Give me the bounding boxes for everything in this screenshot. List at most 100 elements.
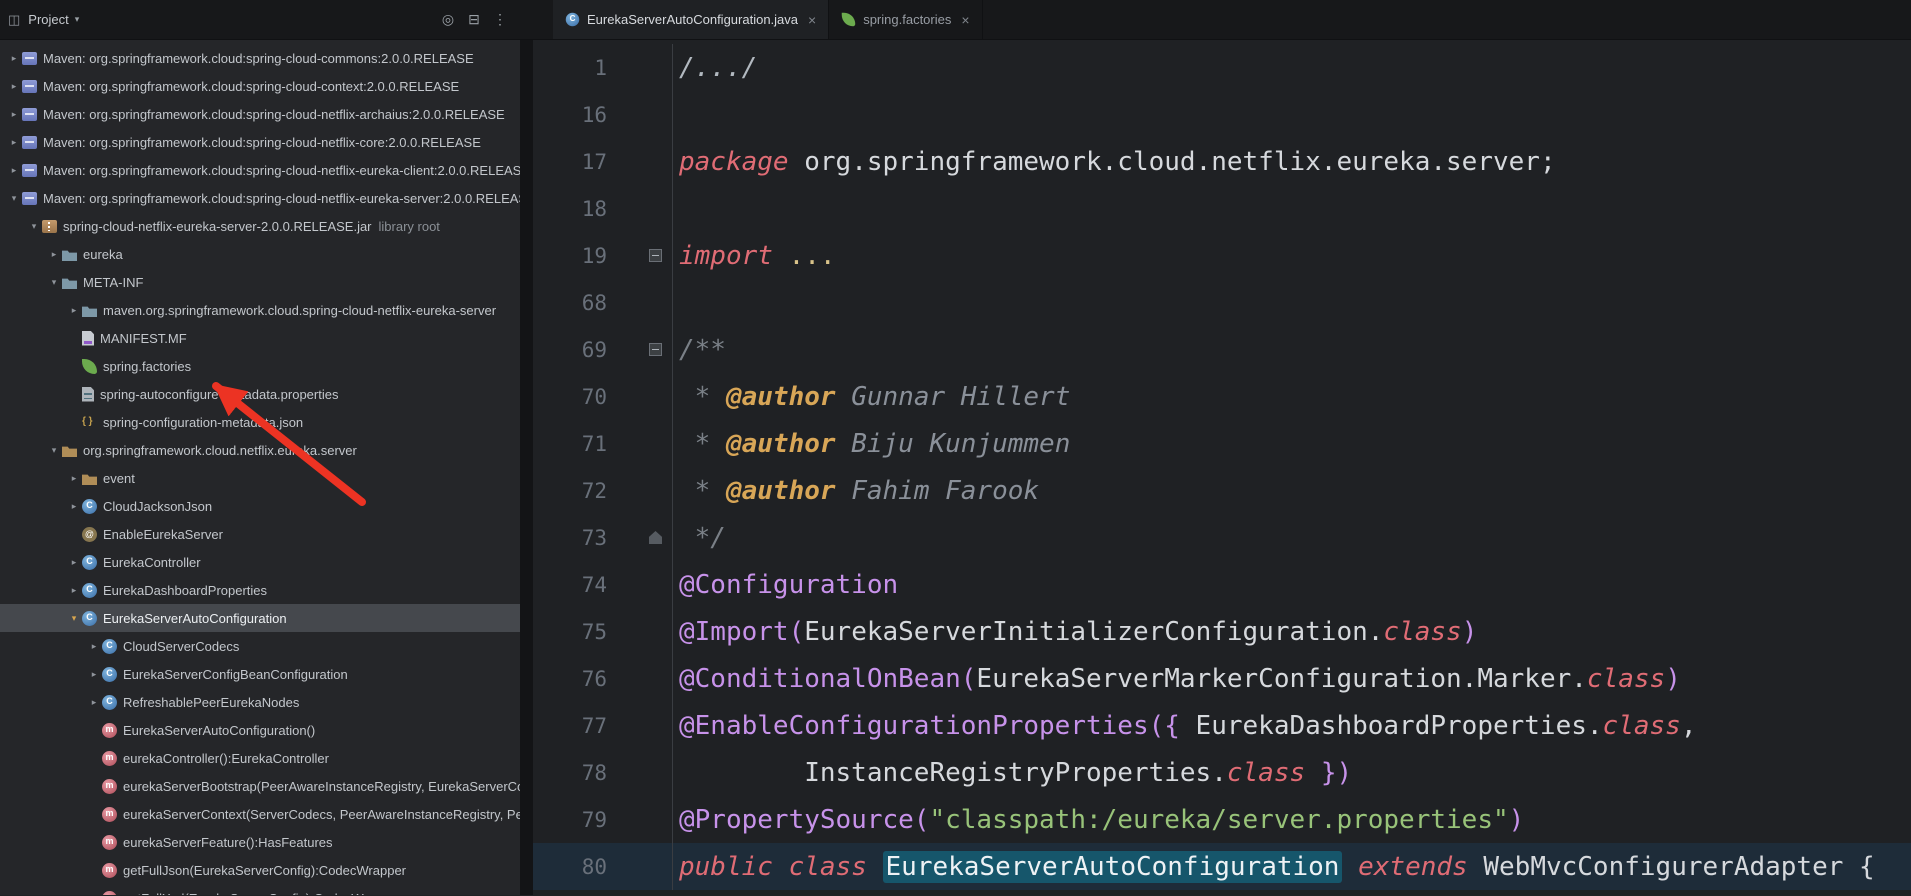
chevron-down-icon[interactable]: ▾ bbox=[75, 14, 80, 25]
tree-row-eurekacontroller[interactable]: eurekaController():EurekaController bbox=[0, 744, 520, 772]
code-segment-kw: extends bbox=[1358, 851, 1468, 882]
tree-row-spring-autoconfigure-metadata.properties[interactable]: spring-autoconfigure-metadata.properties bbox=[0, 380, 520, 408]
code-text[interactable]: public class EurekaServerAutoConfigurati… bbox=[673, 850, 1875, 883]
props-icon bbox=[82, 386, 94, 402]
tree-row-eurekaserverautoconfiguration[interactable]: EurekaServerAutoConfiguration() bbox=[0, 716, 520, 744]
chevron-collapsed-icon[interactable]: ▸ bbox=[66, 473, 82, 484]
close-icon[interactable]: × bbox=[808, 12, 816, 28]
panel-splitter[interactable] bbox=[520, 40, 533, 895]
tree-item-label: RefreshablePeerEurekaNodes bbox=[123, 694, 300, 710]
folder-icon bbox=[82, 306, 97, 317]
code-segment-cmt: */ bbox=[679, 522, 726, 553]
line-number: 16 bbox=[581, 102, 607, 127]
chevron-collapsed-icon[interactable]: ▸ bbox=[86, 669, 102, 680]
tree-row-spring-cloud-netflix-eureka-server-2.0.0[interactable]: ▾ spring-cloud-netflix-eureka-server-2.0.… bbox=[0, 212, 520, 240]
tree-row-enableeurekaserver[interactable]: EnableEurekaServer bbox=[0, 520, 520, 548]
tree-item-label: EurekaServerAutoConfiguration() bbox=[123, 722, 316, 738]
tree-row-eureka[interactable]: ▸ eureka bbox=[0, 240, 520, 268]
code-text[interactable]: * @author Biju Kunjummen bbox=[673, 429, 1071, 459]
lib-icon bbox=[22, 80, 37, 93]
tree-row-maven[interactable]: ▾ Maven: org.springframework.cloud:spring… bbox=[0, 184, 520, 212]
tree-row-eurekaservercontext[interactable]: eurekaServerContext(ServerCodecs, PeerAw… bbox=[0, 800, 520, 828]
tree-row-maven[interactable]: ▸ Maven: org.springframework.cloud:spring… bbox=[0, 72, 520, 100]
tree-row-maven[interactable]: ▸ Maven: org.springframework.cloud:spring… bbox=[0, 100, 520, 128]
close-icon[interactable]: × bbox=[961, 12, 969, 28]
code-text[interactable]: package org.springframework.cloud.netfli… bbox=[673, 147, 1556, 177]
chevron-collapsed-icon[interactable]: ▸ bbox=[66, 557, 82, 568]
code-text[interactable]: */ bbox=[673, 523, 726, 553]
tree-row-eurekaserverautoconfiguration[interactable]: ▾ EurekaServerAutoConfiguration bbox=[0, 604, 520, 632]
chevron-expanded-icon[interactable]: ▾ bbox=[6, 193, 22, 204]
chevron-collapsed-icon[interactable]: ▸ bbox=[66, 305, 82, 316]
tree-item-label: eurekaController():EurekaController bbox=[123, 750, 329, 766]
editor-line-71: 71 * @author Biju Kunjummen bbox=[533, 420, 1911, 467]
tree-row-eurekaserverfeature[interactable]: eurekaServerFeature():HasFeatures bbox=[0, 828, 520, 856]
tree-row-spring-configuration-metadata.json[interactable]: spring-configuration-metadata.json bbox=[0, 408, 520, 436]
code-segment-id: EurekaDashboardProperties. bbox=[1179, 710, 1603, 741]
tree-row-eurekadashboardproperties[interactable]: ▸ EurekaDashboardProperties bbox=[0, 576, 520, 604]
code-text[interactable]: import ... bbox=[673, 241, 836, 271]
tree-row-maven.org.springframework.cloud.spring-c[interactable]: ▸ maven.org.springframework.cloud.spring-… bbox=[0, 296, 520, 324]
collapse-all-icon[interactable]: ⊟ bbox=[465, 11, 483, 28]
fold-marker-icon[interactable] bbox=[649, 249, 662, 262]
chevron-collapsed-icon[interactable]: ▸ bbox=[86, 697, 102, 708]
tree-item-label: Maven: org.springframework.cloud:spring-… bbox=[43, 134, 481, 150]
tree-row-cloudservercodecs[interactable]: ▸ CloudServerCodecs bbox=[0, 632, 520, 660]
locate-file-icon[interactable]: ◎ bbox=[439, 11, 457, 28]
tree-item-label: EurekaDashboardProperties bbox=[103, 582, 268, 598]
code-text[interactable]: * @author Gunnar Hillert bbox=[673, 382, 1071, 412]
tree-row-refreshablepeereurekanodes[interactable]: ▸ RefreshablePeerEurekaNodes bbox=[0, 688, 520, 716]
chevron-expanded-icon[interactable]: ▾ bbox=[46, 277, 62, 288]
tree-row-eurekacontroller[interactable]: ▸ EurekaController bbox=[0, 548, 520, 576]
gutter: 1 bbox=[533, 44, 673, 91]
code-text[interactable]: @ConditionalOnBean(EurekaServerMarkerCon… bbox=[673, 664, 1681, 694]
code-text[interactable]: /.../ bbox=[673, 53, 757, 83]
tree-row-eurekaserverbootstrap[interactable]: eurekaServerBootstrap(PeerAwareInstanceR… bbox=[0, 772, 520, 800]
chevron-collapsed-icon[interactable]: ▸ bbox=[6, 165, 22, 176]
method-icon bbox=[102, 890, 117, 895]
tree-row-maven[interactable]: ▸ Maven: org.springframework.cloud:spring… bbox=[0, 128, 520, 156]
tree-row-meta-inf[interactable]: ▾ META-INF bbox=[0, 268, 520, 296]
code-text[interactable]: * @author Fahim Farook bbox=[673, 476, 1039, 506]
code-text[interactable]: /** bbox=[673, 335, 726, 365]
class-icon bbox=[82, 498, 97, 514]
leaf-icon bbox=[82, 358, 97, 374]
line-number: 77 bbox=[581, 713, 607, 738]
tree-row-org.springframework.cloud.netflix.eureka[interactable]: ▾ org.springframework.cloud.netflix.eurek… bbox=[0, 436, 520, 464]
chevron-expanded-icon[interactable]: ▾ bbox=[46, 445, 62, 456]
chevron-collapsed-icon[interactable]: ▸ bbox=[6, 81, 22, 92]
tree-row-event[interactable]: ▸ event bbox=[0, 464, 520, 492]
chevron-collapsed-icon[interactable]: ▸ bbox=[6, 137, 22, 148]
code-text[interactable]: @EnableConfigurationProperties({ EurekaD… bbox=[673, 711, 1696, 741]
chevron-collapsed-icon[interactable]: ▸ bbox=[66, 501, 82, 512]
more-options-icon[interactable]: ⋮ bbox=[491, 11, 509, 28]
fold-marker-icon[interactable] bbox=[649, 343, 662, 356]
tree-row-cloudjacksonjson[interactable]: ▸ CloudJacksonJson bbox=[0, 492, 520, 520]
chevron-collapsed-icon[interactable]: ▸ bbox=[6, 109, 22, 120]
editor-tab[interactable]: EurekaServerAutoConfiguration.java × bbox=[553, 0, 830, 39]
tree-row-eurekaserverconfigbeanconfiguration[interactable]: ▸ EurekaServerConfigBeanConfiguration bbox=[0, 660, 520, 688]
editor-tab[interactable]: spring.factories × bbox=[829, 0, 983, 39]
package-icon bbox=[62, 446, 77, 457]
tree-row-getfulljson[interactable]: getFullJson(EurekaServerConfig):CodecWra… bbox=[0, 856, 520, 884]
chevron-collapsed-icon[interactable]: ▸ bbox=[46, 249, 62, 260]
tree-row-spring.factories[interactable]: spring.factories bbox=[0, 352, 520, 380]
code-text[interactable]: @Configuration bbox=[673, 570, 898, 600]
chevron-expanded-icon[interactable]: ▾ bbox=[26, 221, 42, 232]
code-text[interactable]: @PropertySource("classpath:/eureka/serve… bbox=[673, 805, 1524, 835]
tree-row-maven[interactable]: ▸ Maven: org.springframework.cloud:spring… bbox=[0, 156, 520, 184]
chevron-expanded-icon[interactable]: ▾ bbox=[66, 613, 82, 624]
fold-end-icon[interactable] bbox=[649, 531, 662, 544]
chevron-collapsed-icon[interactable]: ▸ bbox=[6, 53, 22, 64]
project-view-selector[interactable]: Project bbox=[28, 12, 68, 27]
tree-row-getfullxml[interactable]: getFullXml(EurekaServerConfig):CodecWrap… bbox=[0, 884, 520, 895]
editor-line-72: 72 * @author Fahim Farook bbox=[533, 467, 1911, 514]
chevron-collapsed-icon[interactable]: ▸ bbox=[66, 585, 82, 596]
chevron-collapsed-icon[interactable]: ▸ bbox=[86, 641, 102, 652]
tree-row-manifest.mf[interactable]: MANIFEST.MF bbox=[0, 324, 520, 352]
manifest-icon bbox=[82, 330, 94, 346]
editor-line-74: 74 @Configuration bbox=[533, 561, 1911, 608]
tree-row-maven[interactable]: ▸ Maven: org.springframework.cloud:spring… bbox=[0, 44, 520, 72]
code-text[interactable]: @Import(EurekaServerInitializerConfigura… bbox=[673, 617, 1477, 647]
code-text[interactable]: InstanceRegistryProperties.class }) bbox=[673, 758, 1352, 788]
